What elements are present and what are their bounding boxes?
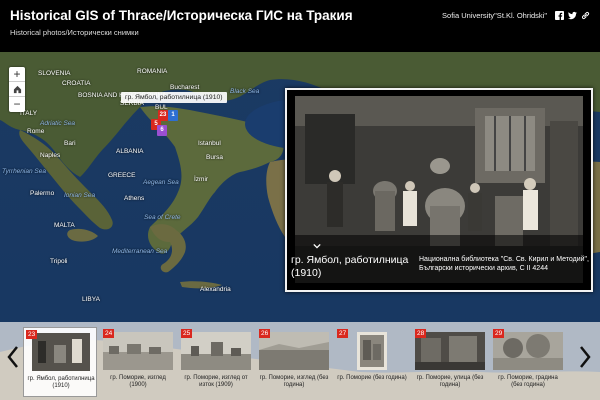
map-marker[interactable]: 6 <box>157 125 167 136</box>
thumbnail-number: 29 <box>493 329 505 338</box>
marker-number: 1 <box>171 112 175 118</box>
map-label-romania: ROMANIA <box>137 68 168 75</box>
home-button[interactable] <box>9 82 25 97</box>
map-label-greece: GREECE <box>108 172 136 179</box>
link-icon[interactable] <box>581 11 590 20</box>
chevron-down-icon[interactable] <box>313 242 321 250</box>
app-header: Historical GIS of Thrace/Историческа ГИС… <box>0 0 600 52</box>
map-label-palermo: Palermo <box>30 190 55 197</box>
thumbnail-item[interactable]: 24 гр. Поморие, изглед (1900) <box>101 327 175 397</box>
thumbnail-item[interactable]: 26 гр. Поморие, изглед (без година) <box>257 327 331 397</box>
thumbnail-caption: гр. Ямбол, работилница (1910) <box>27 376 95 389</box>
map-label-ionian: Ionian Sea <box>64 192 96 199</box>
map-label-adriatic: Adriatic Sea <box>40 120 76 127</box>
map-label-bursa: Bursa <box>206 154 223 161</box>
app-title: Historical GIS of Thrace/Историческа ГИС… <box>10 8 353 23</box>
thumbnail-number: 24 <box>103 329 115 338</box>
facebook-icon[interactable] <box>555 11 564 20</box>
map-label-black-sea: Black Sea <box>230 88 260 95</box>
thumbnail-item[interactable]: 29 гр. Поморие, градина (без година) <box>491 327 565 397</box>
map-label-rome: Rome <box>27 128 45 135</box>
thumbnail-caption: гр. Поморие, изглед (без година) <box>259 375 329 388</box>
marker-number: 23 <box>159 112 167 118</box>
map-label-libya: LIBYA <box>82 296 100 303</box>
map-label-naples: Naples <box>40 152 61 159</box>
zoom-out-button[interactable]: − <box>9 97 25 112</box>
map-label-istanbul: Istanbul <box>198 140 221 147</box>
marker-number: 6 <box>160 127 164 133</box>
map-label-athens: Athens <box>124 195 145 202</box>
marker-tooltip: гр. Ямбол, работилница (1910) <box>121 92 227 103</box>
map-label-bucharest: Bucharest <box>170 84 200 91</box>
thumbnail-item[interactable]: 27 гр. Поморие (без година) <box>335 327 409 397</box>
thumbnail-caption: гр. Поморие, изглед от изток (1909) <box>184 375 248 388</box>
map-label-alexandria: Alexandria <box>200 286 231 293</box>
twitter-icon[interactable] <box>568 11 577 20</box>
map-label-tripoli: Tripoli <box>50 258 68 265</box>
map-label-aegean: Aegean Sea <box>143 179 179 186</box>
map-label-albania: ALBANIA <box>116 148 144 155</box>
thumbnail-item[interactable]: 25 гр. Поморие, изглед от изток (1909) <box>179 327 253 397</box>
thumbnail-carousel: 23 гр. Ямбол, работилница (1910) 24 гр. … <box>0 322 600 400</box>
app-subtitle: Historical photos/Исторически снимки <box>10 28 139 37</box>
map-label-izmir: İzmir <box>194 176 209 183</box>
map-label-tyrrhenian: Tyrrhenian Sea <box>2 168 46 175</box>
thumbnail-image <box>357 332 387 370</box>
thumbnail-caption: гр. Поморие (без година) <box>337 375 407 381</box>
thumbnail-caption: гр. Поморие, изглед (1900) <box>110 375 166 388</box>
university-label: Sofia University"St.Kl. Ohridski" <box>442 11 547 20</box>
thumbnail-caption: гр. Поморие, улица (без година) <box>416 375 484 388</box>
thumbnail-number: 25 <box>181 329 193 338</box>
map-label-mediterranean: Mediterranean Sea <box>112 248 168 255</box>
map-label-malta: MALTA <box>54 222 75 229</box>
map-label-slovenia: SLOVENIA <box>38 70 71 77</box>
popup-source: Национална библиотека "Св. Св. Кирил и М… <box>419 256 589 272</box>
map-marker[interactable]: 1 <box>168 110 178 121</box>
map-label-croatia: CROATIA <box>62 80 91 87</box>
thumbnail-number: 27 <box>337 329 349 338</box>
thumbnail-number: 28 <box>415 329 427 338</box>
map-label-sea-of-crete: Sea of Crete <box>144 214 181 221</box>
thumbnail-number: 26 <box>259 329 271 338</box>
thumbnail-caption: гр. Поморие, градина (без година) <box>498 375 558 388</box>
thumbnail-item[interactable]: 28 гр. Поморие, улица (без година) <box>413 327 487 397</box>
zoom-controls: + − <box>9 67 25 112</box>
thumbnail-item[interactable]: 23 гр. Ямбол, работилница (1910) <box>23 327 97 397</box>
chevron-right-icon[interactable] <box>578 344 592 370</box>
header-share-area: Sofia University"St.Kl. Ohridski" <box>442 11 590 20</box>
thumbnail-number: 23 <box>26 330 38 339</box>
map-label-bari: Bari <box>64 140 76 147</box>
photo-popup: гр. Ямбол, работилница (1910) Национална… <box>285 88 593 292</box>
home-icon <box>13 85 21 94</box>
zoom-in-button[interactable]: + <box>9 67 25 82</box>
chevron-left-icon[interactable] <box>6 344 20 370</box>
popup-title: гр. Ямбол, работилница (1910) <box>291 254 409 279</box>
thumbnail-image <box>32 333 90 371</box>
